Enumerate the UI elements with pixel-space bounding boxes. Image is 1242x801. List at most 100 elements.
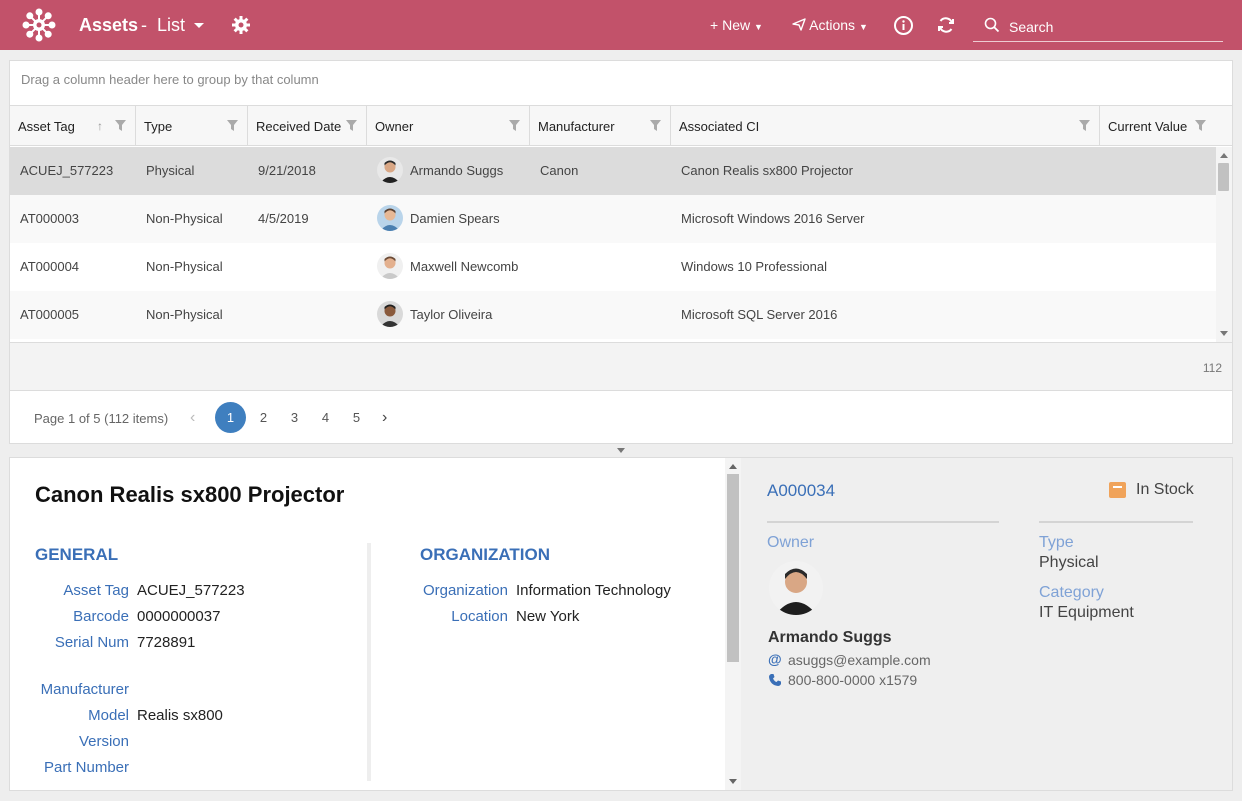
barcode-value: 0000000037: [137, 608, 221, 625]
filter-icon[interactable]: [1195, 120, 1206, 131]
actions-button-label: Actions: [809, 17, 856, 33]
column-header-current-value[interactable]: Current Value: [1100, 106, 1216, 146]
detail-panel: Canon Realis sx800 Projector GENERAL Ass…: [9, 457, 1233, 791]
column-header-label: Manufacturer: [538, 119, 615, 134]
part-number-label: Part Number: [43, 759, 129, 776]
chevron-right-icon[interactable]: ›: [382, 409, 387, 427]
table-row[interactable]: AT000003 Non-Physical 4/5/2019 Damien Sp…: [10, 195, 1216, 243]
column-header-received-date[interactable]: Received Date: [248, 106, 367, 146]
column-header-label: Owner: [375, 119, 414, 134]
page-button-5[interactable]: 5: [341, 402, 372, 433]
scroll-down-icon[interactable]: [729, 779, 737, 784]
section-organization-title: ORGANIZATION: [420, 545, 551, 564]
app-logo-icon[interactable]: [22, 8, 56, 42]
column-header-manufacturer[interactable]: Manufacturer: [530, 106, 671, 146]
owner-label: Owner: [767, 534, 815, 551]
model-value: Realis sx800: [137, 707, 223, 724]
pager-info: Page 1 of 5 (112 items): [34, 411, 169, 426]
filter-icon[interactable]: [115, 120, 126, 131]
filter-icon[interactable]: [227, 120, 238, 131]
cell-received-date: 4/5/2019: [258, 211, 309, 226]
filter-icon[interactable]: [1079, 120, 1090, 131]
email-icon: @: [768, 651, 782, 667]
cell-type: Non-Physical: [146, 259, 223, 274]
top-bar: Assets - List + New ▼ Actions ▼: [0, 0, 1242, 50]
sort-ascending-icon[interactable]: ↑: [97, 119, 103, 133]
owner-email[interactable]: asuggs@example.com: [788, 652, 931, 668]
search-box[interactable]: [973, 12, 1223, 42]
grid-body: ACUEJ_577223 Physical 9/21/2018 Armando …: [10, 147, 1216, 342]
grid-scrollbar[interactable]: [1216, 147, 1232, 342]
page-button-1[interactable]: 1: [215, 402, 246, 433]
cell-owner: Taylor Oliveira: [410, 307, 493, 322]
page-button-3[interactable]: 3: [279, 402, 310, 433]
scroll-up-icon[interactable]: [729, 464, 737, 469]
cell-asset-tag: AT000004: [20, 259, 80, 274]
chevron-down-icon[interactable]: [193, 22, 205, 30]
cell-type: Non-Physical: [146, 307, 223, 322]
group-panel[interactable]: Drag a column header here to group by th…: [10, 61, 1232, 106]
cell-type: Physical: [146, 163, 195, 178]
chevron-left-icon[interactable]: ‹: [190, 409, 195, 427]
column-header-label: Associated CI: [679, 119, 760, 134]
filter-icon[interactable]: [346, 120, 357, 131]
table-row[interactable]: ACUEJ_577223 Physical 9/21/2018 Armando …: [10, 147, 1216, 195]
avatar: [377, 157, 403, 183]
grid-summary-row: 112: [10, 342, 1232, 391]
column-header-label: Current Value: [1108, 119, 1188, 134]
divider: [767, 521, 999, 523]
location-value: New York: [516, 608, 580, 625]
search-input[interactable]: [1009, 17, 1209, 37]
scroll-up-icon[interactable]: [1220, 153, 1228, 158]
new-button[interactable]: + New ▼: [710, 17, 763, 33]
column-header-associated-ci[interactable]: Associated CI: [671, 106, 1100, 146]
version-label: Version: [78, 733, 129, 750]
column-header-asset-tag[interactable]: Asset Tag ↑: [10, 106, 136, 146]
column-header-owner[interactable]: Owner: [367, 106, 530, 146]
owner-phone[interactable]: 800-800-0000 x1579: [788, 672, 917, 688]
app-title: Assets: [79, 15, 139, 35]
serial-num-value: 7728891: [137, 634, 196, 651]
avatar: [377, 301, 403, 327]
category-label: Category: [1039, 584, 1104, 601]
status-badge: In Stock: [1136, 481, 1194, 498]
scroll-down-icon[interactable]: [1220, 331, 1228, 336]
owner-name: Armando Suggs: [768, 629, 892, 646]
barcode-label: Barcode: [73, 608, 129, 625]
cell-asset-tag: AT000005: [20, 307, 80, 322]
asset-id-link[interactable]: A000034: [767, 481, 835, 501]
refresh-icon[interactable]: [936, 15, 956, 35]
cell-asset-tag: AT000003: [20, 211, 80, 226]
view-selector[interactable]: List: [157, 15, 185, 36]
filter-icon[interactable]: [650, 120, 661, 131]
cell-owner: Armando Suggs: [410, 163, 504, 178]
detail-summary: A000034 In Stock Owner Armando Suggs @ a…: [741, 458, 1232, 790]
section-divider: [367, 543, 371, 781]
detail-scrollbar[interactable]: [725, 458, 741, 790]
new-button-label: New: [722, 17, 751, 33]
page-button-2[interactable]: 2: [248, 402, 279, 433]
gear-icon[interactable]: [231, 15, 251, 35]
scroll-thumb[interactable]: [727, 474, 739, 662]
scroll-thumb[interactable]: [1218, 163, 1229, 191]
splitter-handle[interactable]: [617, 448, 625, 453]
cell-owner: Damien Spears: [410, 211, 500, 226]
table-row[interactable]: AT000005 Non-Physical Taylor Oliveira Mi…: [10, 291, 1216, 339]
avatar: [769, 561, 823, 615]
detail-heading: Canon Realis sx800 Projector: [35, 482, 345, 507]
page-button-4[interactable]: 4: [310, 402, 341, 433]
cell-associated-ci: Windows 10 Professional: [681, 259, 827, 274]
manufacturer-label: Manufacturer: [40, 681, 129, 698]
table-row[interactable]: AT000004 Non-Physical Maxwell Newcomb Wi…: [10, 243, 1216, 291]
section-general-title: GENERAL: [35, 545, 119, 564]
send-icon: [792, 18, 806, 31]
filter-icon[interactable]: [509, 120, 520, 131]
cell-manufacturer: Canon: [540, 163, 579, 178]
column-header-type[interactable]: Type: [136, 106, 248, 146]
organization-value: Information Technology: [516, 582, 671, 599]
model-label: Model: [88, 707, 129, 724]
info-icon[interactable]: [893, 15, 914, 36]
search-icon: [984, 17, 1000, 33]
actions-button[interactable]: Actions ▼: [792, 17, 868, 33]
type-label: Type: [1039, 534, 1074, 551]
